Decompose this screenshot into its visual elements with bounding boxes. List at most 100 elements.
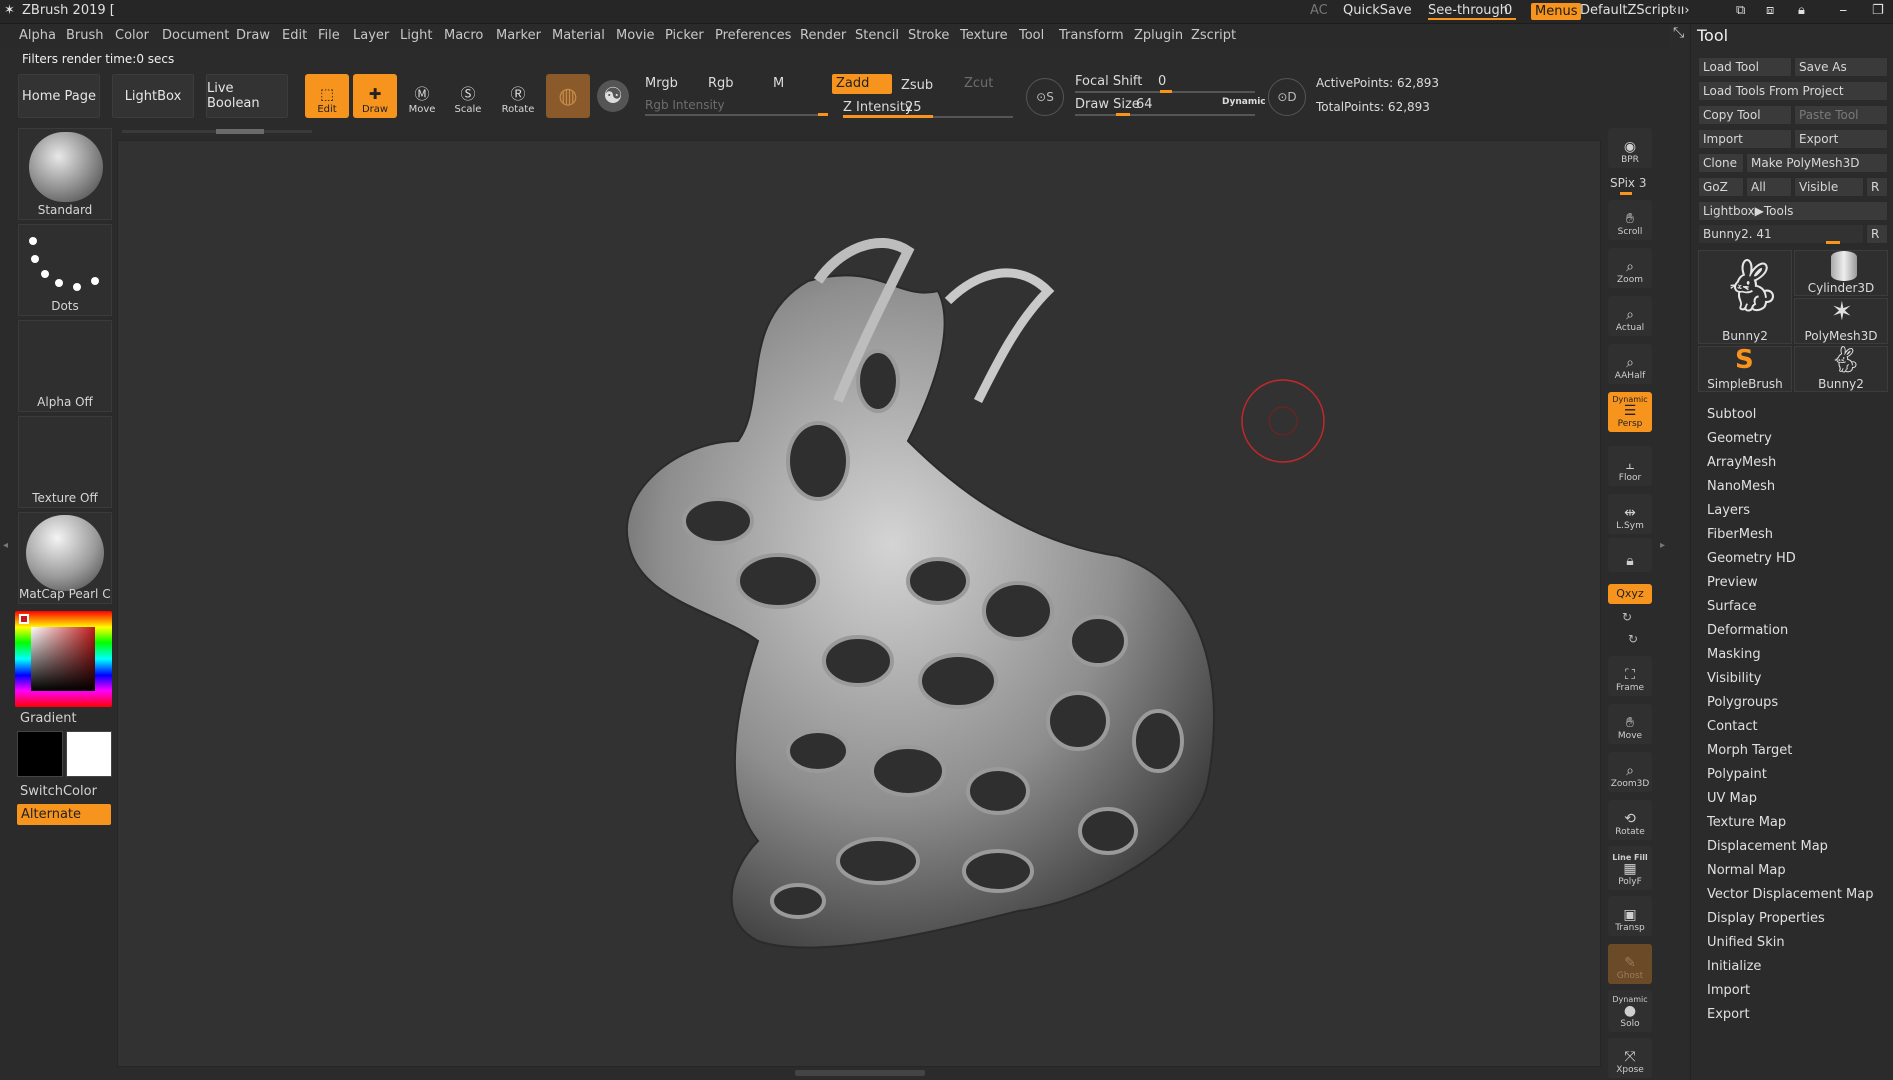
load-tool-button[interactable]: Load Tool: [1698, 57, 1792, 77]
alternate-button[interactable]: Alternate: [17, 804, 111, 825]
edit-mode-button[interactable]: ⬚ Edit: [305, 74, 349, 118]
subpalette-nanomesh[interactable]: NanoMesh: [1707, 479, 1775, 494]
rgb-intensity-knob[interactable]: [818, 113, 828, 116]
menu-macro[interactable]: Macro: [444, 28, 483, 43]
subpalette-fibermesh[interactable]: FiberMesh: [1707, 527, 1773, 542]
rotate-mode-button[interactable]: Ⓡ Rotate: [496, 74, 540, 118]
menu-zscript[interactable]: Zscript: [1191, 28, 1236, 43]
tool-palette-title[interactable]: Tool: [1697, 26, 1728, 45]
import-tool-button[interactable]: Import: [1698, 129, 1792, 149]
lock-icon[interactable]: 🔒︎: [1798, 3, 1805, 18]
subpalette-preview[interactable]: Preview: [1707, 575, 1758, 590]
subpalette-geometry-hd[interactable]: Geometry HD: [1707, 551, 1796, 566]
lightbox-tools-button[interactable]: Lightbox▶Tools: [1698, 201, 1888, 221]
subpalette-surface[interactable]: Surface: [1707, 599, 1757, 614]
lightbox-button[interactable]: LightBox: [112, 74, 194, 118]
subpalette-texture-map[interactable]: Texture Map: [1707, 815, 1786, 830]
bpr-button[interactable]: ◉ BPR: [1608, 128, 1652, 168]
subpalette-unified-skin[interactable]: Unified Skin: [1707, 935, 1785, 950]
switchcolor-button[interactable]: SwitchColor: [20, 784, 97, 799]
menu-alpha[interactable]: Alpha: [19, 28, 56, 43]
load-tools-from-project-button[interactable]: Load Tools From Project: [1698, 81, 1888, 101]
menu-picker[interactable]: Picker: [665, 28, 704, 43]
lsym-button[interactable]: ⇹ L.Sym: [1608, 494, 1652, 534]
menu-document[interactable]: Document: [162, 28, 229, 43]
primary-color-swatch[interactable]: [66, 731, 112, 777]
draw-size-label[interactable]: Draw Size: [1075, 97, 1140, 112]
mrgb-toggle[interactable]: Mrgb: [645, 76, 678, 91]
layout-arrows-icon[interactable]: ‹ıı›: [1672, 3, 1690, 18]
subpalette-display-properties[interactable]: Display Properties: [1707, 911, 1825, 926]
scroll-button[interactable]: ✋︎ Scroll: [1608, 200, 1652, 240]
right-tray-arrow-icon[interactable]: ▸: [1660, 540, 1665, 551]
rotate-y-icon[interactable]: ↻: [1622, 610, 1632, 624]
color-picker-square[interactable]: [31, 627, 95, 691]
document-canvas[interactable]: [117, 140, 1601, 1067]
subpalette-initialize[interactable]: Initialize: [1707, 959, 1761, 974]
menu-edit[interactable]: Edit: [282, 28, 307, 43]
tool-thumb-bunny2-alt[interactable]: 🐇︎ Bunny2: [1794, 345, 1888, 392]
qxyz-toggle[interactable]: Qxyz: [1608, 584, 1652, 604]
subpalette-import[interactable]: Import: [1707, 983, 1750, 998]
spix-knob[interactable]: [1620, 192, 1632, 195]
see-through-slider[interactable]: [1428, 18, 1516, 20]
subpalette-uv-map[interactable]: UV Map: [1707, 791, 1757, 806]
goz-button[interactable]: GoZ: [1698, 177, 1744, 197]
menu-stencil[interactable]: Stencil: [855, 28, 899, 43]
menu-stroke[interactable]: Stroke: [908, 28, 949, 43]
rgb-toggle[interactable]: Rgb: [708, 76, 734, 91]
clone-button[interactable]: Clone: [1698, 153, 1744, 173]
stroke-selector[interactable]: Dots: [18, 224, 112, 316]
copy-tool-button[interactable]: Copy Tool: [1698, 105, 1792, 125]
tool-thumb-bunny2[interactable]: 🐇︎ Bunny2: [1698, 250, 1792, 344]
subpalette-geometry[interactable]: Geometry: [1707, 431, 1772, 446]
minimize-icon[interactable]: ⎯: [1840, 3, 1847, 18]
sym-s-icon[interactable]: ⊙S: [1026, 78, 1064, 116]
rgb-intensity-label[interactable]: Rgb Intensity: [645, 98, 725, 112]
draw-size-value[interactable]: 64: [1136, 97, 1153, 112]
solo-button[interactable]: Dynamic ● Solo: [1608, 990, 1652, 1032]
z-intensity-value[interactable]: 25: [905, 100, 922, 115]
subpalette-polypaint[interactable]: Polypaint: [1707, 767, 1767, 782]
paste-tool-button[interactable]: Paste Tool: [1794, 105, 1888, 125]
draw-size-slider[interactable]: [1075, 114, 1255, 116]
subpalette-polygroups[interactable]: Polygroups: [1707, 695, 1778, 710]
left-tray-arrow-icon[interactable]: ◂: [3, 540, 8, 551]
persp-button[interactable]: Dynamic ☰ Persp: [1608, 392, 1652, 432]
subpalette-layers[interactable]: Layers: [1707, 503, 1750, 518]
gradient-label[interactable]: Gradient: [20, 711, 77, 726]
subpalette-vector-displacement-map[interactable]: Vector Displacement Map: [1707, 887, 1874, 902]
draw-mode-button[interactable]: ✚ Draw: [353, 74, 397, 118]
ac-label[interactable]: AC: [1310, 3, 1328, 18]
z-intensity-fill[interactable]: [843, 115, 933, 118]
aahalf-button[interactable]: ⌕ AAHalf: [1608, 344, 1652, 384]
zoom3d-button[interactable]: ⌕ Zoom3D: [1608, 752, 1652, 792]
default-zscript[interactable]: DefaultZScript: [1580, 3, 1674, 18]
menu-zplugin[interactable]: Zplugin: [1134, 28, 1183, 43]
secondary-color-swatch[interactable]: [17, 731, 63, 777]
live-boolean-button[interactable]: Live Boolean: [206, 74, 288, 118]
home-page-button[interactable]: Home Page: [18, 74, 100, 118]
rotate-view-button[interactable]: ⟲ Rotate: [1608, 800, 1652, 840]
subpalette-arraymesh[interactable]: ArrayMesh: [1707, 455, 1776, 470]
menu-render[interactable]: Render: [800, 28, 846, 43]
menu-brush[interactable]: Brush: [66, 28, 104, 43]
see-through-value[interactable]: 0: [1504, 3, 1512, 18]
color-yinyang-icon[interactable]: ☯: [597, 80, 629, 112]
menu-marker[interactable]: Marker: [496, 28, 541, 43]
scale-mode-button[interactable]: Ⓢ Scale: [446, 74, 490, 118]
focal-shift-knob[interactable]: [1160, 90, 1172, 93]
spix-slider[interactable]: SPix 3: [1610, 176, 1646, 190]
make-polymesh3d-button[interactable]: Make PolyMesh3D: [1746, 153, 1888, 173]
shelf-scroll-thumb[interactable]: [216, 129, 264, 134]
frame-button[interactable]: ⛶ Frame: [1608, 656, 1652, 696]
tool-thumb-polymesh3d[interactable]: ✶ PolyMesh3D: [1794, 297, 1888, 344]
tool-palette-pin-icon[interactable]: ⤡: [1673, 25, 1684, 41]
sym-d-icon[interactable]: ⊙D: [1268, 78, 1306, 116]
move-mode-button[interactable]: Ⓜ Move: [400, 74, 444, 118]
subpalette-masking[interactable]: Masking: [1707, 647, 1761, 662]
menu-movie[interactable]: Movie: [616, 28, 654, 43]
save-as-button[interactable]: Save As: [1794, 57, 1888, 77]
local-lock-button[interactable]: 🔒︎: [1608, 538, 1652, 572]
transp-button[interactable]: ▣ Transp: [1608, 896, 1652, 936]
